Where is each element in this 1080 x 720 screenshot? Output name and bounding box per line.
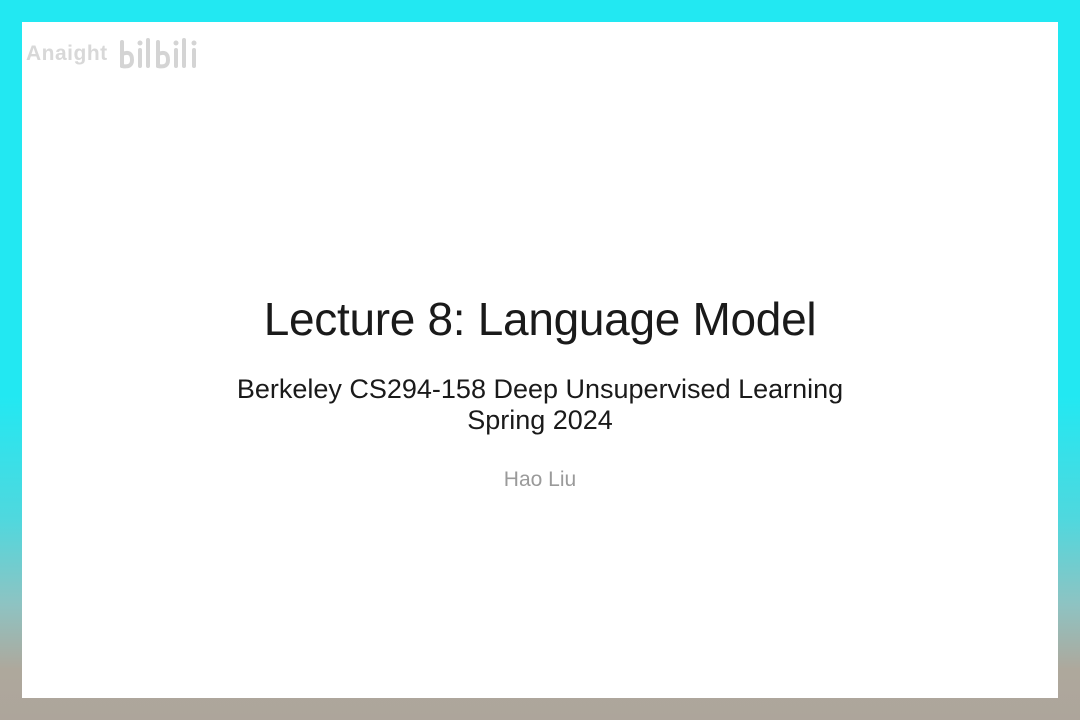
slide-title: Lecture 8: Language Model (263, 293, 817, 345)
presentation-slide: Anaight Lecture 8: Language Model Berkel… (22, 22, 1058, 698)
slide-subtitle: Berkeley CS294-158 Deep Unsupervised Lea… (22, 374, 1058, 436)
bilibili-logo-icon (119, 38, 197, 69)
course-name: Berkeley CS294-158 Deep Unsupervised Lea… (236, 374, 844, 404)
author-name: Hao Liu (503, 468, 577, 491)
term: Spring 2024 (467, 405, 613, 435)
watermark: Anaight (26, 36, 208, 72)
watermark-text: Anaight (26, 42, 108, 65)
